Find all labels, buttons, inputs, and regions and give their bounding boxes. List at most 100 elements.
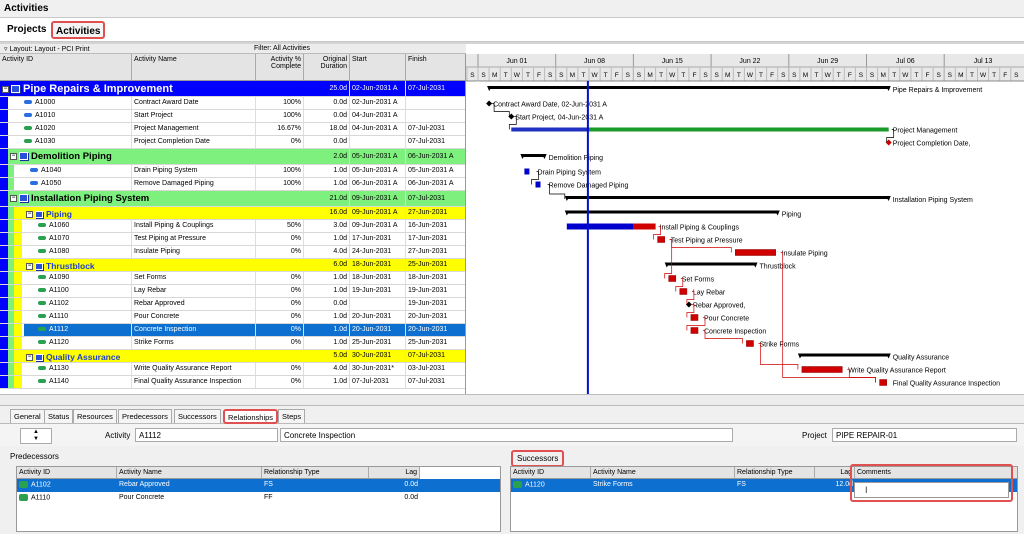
bar-label: Contract Award Date, 02-Jun-2031 A xyxy=(493,102,607,109)
tab-general[interactable]: General xyxy=(10,409,45,423)
collapse-toggle[interactable]: − xyxy=(10,194,17,202)
table-row[interactable]: A1030 Project Completion Date 0% 0.0d 07-Jul… xyxy=(0,136,465,149)
collapse-toggle[interactable]: − xyxy=(10,152,17,160)
cell-lag: 12.0d xyxy=(835,481,853,488)
column-header-activity-name[interactable]: Activity Name xyxy=(132,54,256,81)
cell-id: A1102 xyxy=(24,298,132,310)
wbs-label: Installation Piping System xyxy=(31,193,150,204)
pred-header-id[interactable]: Activity ID xyxy=(17,467,117,479)
activity-name-field[interactable]: Concrete Inspection xyxy=(280,428,733,442)
day-letter: F xyxy=(537,72,541,79)
collapse-toggle[interactable]: − xyxy=(26,211,33,219)
tab-projects[interactable]: Projects xyxy=(4,21,49,39)
layout-dropdown[interactable]: ▿ Layout: Layout - PCI Print xyxy=(4,45,90,53)
table-row[interactable]: A1080 Insulate Piping 0% 4.0d 24-Jun-2031 27-… xyxy=(0,246,465,259)
day-letter: S xyxy=(859,72,864,79)
tab-steps[interactable]: Steps xyxy=(278,409,306,423)
cell-type: FS xyxy=(737,481,746,488)
collapse-toggle[interactable]: − xyxy=(26,354,33,362)
column-header-percent-complete[interactable]: Activity % Complete xyxy=(256,54,304,81)
down-arrow-icon[interactable]: ▼ xyxy=(33,436,39,442)
table-row[interactable]: − Demolition Piping 2.0d 05-Jun-2031 A 06-Ju… xyxy=(0,149,465,165)
column-header-start[interactable]: Start xyxy=(350,54,406,81)
column-header-activity-id[interactable]: Activity ID xyxy=(0,54,132,81)
day-letter: S xyxy=(626,72,631,79)
tab-relationships[interactable]: Relationships xyxy=(223,409,279,424)
table-row[interactable]: A1010 Start Project 100% 0.0d 04-Jun-2031 A xyxy=(0,110,465,123)
activity-id-field[interactable]: A1112 xyxy=(135,428,278,442)
cell-start: 07-Jul-2031 xyxy=(350,376,406,388)
column-header-finish[interactable]: Finish xyxy=(406,54,465,81)
collapse-toggle[interactable]: − xyxy=(2,85,9,93)
gantt-chart[interactable]: Jun 01 Jun 08 Jun 15 Jun 22 Jun 29 Jul 06 Jul … xyxy=(466,54,1024,394)
tab-predecessors[interactable]: Predecessors xyxy=(118,409,172,423)
cell-start: 24-Jun-2031 xyxy=(350,246,406,258)
column-header-original-duration[interactable]: Original Duration xyxy=(304,54,350,81)
activity-icon xyxy=(30,168,38,173)
tab-activities[interactable]: Activities xyxy=(51,21,106,39)
table-row[interactable]: A1090 Set Forms 0% 1.0d 18-Jun-2031 18-Jun-20… xyxy=(0,272,465,285)
table-row[interactable]: A1100 Lay Rebar 0% 1.0d 19-Jun-2031 19-Jun-20… xyxy=(0,285,465,298)
tab-status[interactable]: Status xyxy=(44,409,74,423)
cell-start xyxy=(350,298,406,310)
table-row[interactable]: A1050 Remove Damaged Piping 100% 1.0d 06-Jun… xyxy=(0,178,465,191)
pred-header-name[interactable]: Activity Name xyxy=(117,467,262,479)
prev-next-stepper[interactable]: ▲ ▼ xyxy=(20,428,52,444)
pred-header-type[interactable]: Relationship Type xyxy=(262,467,369,479)
tab-resources[interactable]: Resources xyxy=(73,409,117,423)
cell-name: Concrete Inspection xyxy=(132,324,256,336)
cell-dur: 1.0d xyxy=(304,337,350,349)
table-row[interactable]: − Piping 16.0d 09-Jun-2031 A 27-Jun-2031 xyxy=(0,207,465,220)
table-row[interactable]: A1060 Install Piping & Couplings 50% 3.0d 09… xyxy=(0,220,465,233)
table-row[interactable]: A1120 Strike Forms 0% 1.0d 25-Jun-2031 25-Jun… xyxy=(0,337,465,350)
table-row[interactable]: − Quality Assurance 5.0d 30-Jun-2031 07-Jul-… xyxy=(0,350,465,363)
tab-successors[interactable]: Successors xyxy=(174,409,221,423)
project-field[interactable]: PIPE REPAIR-01 xyxy=(832,428,1017,442)
wbs-stripe xyxy=(0,324,8,336)
table-row[interactable]: A1102 Rebar Approved 0% 0.0d 19-Jun-2031 xyxy=(0,298,465,311)
table-row[interactable]: A1130 Write Quality Assurance Report 0% 4.0… xyxy=(0,363,465,376)
table-row[interactable]: A1070 Test Piping at Pressure 0% 1.0d 17-Jun… xyxy=(0,233,465,246)
predecessors-panel: Predecessors Activity ID Activity Name R… xyxy=(0,446,505,534)
day-letter: S xyxy=(936,72,941,79)
cell-finish: 25-Jun-2031 xyxy=(406,259,465,271)
relationship-row[interactable]: A1110 Pour Concrete FF 0.0d xyxy=(17,492,500,505)
succ-header-id[interactable]: Activity ID xyxy=(511,467,591,479)
cell-pct: 0% xyxy=(256,337,304,349)
succ-header-name[interactable]: Activity Name xyxy=(591,467,735,479)
collapse-toggle[interactable]: − xyxy=(26,263,33,271)
table-row[interactable]: − Installation Piping System 21.0d 09-Jun-2… xyxy=(0,191,465,207)
activity-icon xyxy=(513,481,522,488)
table-row[interactable]: A1020 Project Management 16.67% 18.0d 04-Jun… xyxy=(0,123,465,136)
bar-label: Quality Assurance xyxy=(893,355,950,362)
succ-header-lag[interactable]: Lag xyxy=(815,467,855,479)
table-row[interactable]: A1112 Concrete Inspection 0% 1.0d 20-Jun-203… xyxy=(0,324,465,337)
table-row[interactable]: − Pipe Repairs & Improvement 25.0d 02-Jun-2… xyxy=(0,81,465,97)
relationship-row[interactable]: A1102 Rebar Approved FS 0.0d xyxy=(17,479,500,492)
cell-start: 18-Jun-2031 xyxy=(350,272,406,284)
bar-label: Write Quality Assurance Report xyxy=(848,368,946,375)
activity-icon xyxy=(38,275,46,280)
wbs-folder-icon xyxy=(35,263,43,271)
cell-id: A1130 xyxy=(24,363,132,375)
day-letter: T xyxy=(526,72,530,79)
table-row[interactable]: A1110 Pour Concrete 0% 1.0d 20-Jun-2031 20-Ju… xyxy=(0,311,465,324)
day-letter: S xyxy=(948,72,953,79)
table-row[interactable]: A1000 Contract Award Date 100% 0.0d 02-Jun-2… xyxy=(0,97,465,110)
comments-input[interactable] xyxy=(854,482,1009,498)
table-row[interactable]: A1040 Drain Piping System 100% 1.0d 05-Jun-2… xyxy=(0,165,465,178)
cell-start: 20-Jun-2031 xyxy=(350,324,406,336)
cell-pct: 16.67% xyxy=(256,123,304,135)
up-arrow-icon[interactable]: ▲ xyxy=(33,429,39,435)
cell-start xyxy=(350,136,406,148)
wbs-stripe xyxy=(0,246,8,258)
table-row[interactable]: − Thrustblock 6.0d 18-Jun-2031 25-Jun-2031 xyxy=(0,259,465,272)
day-letter: S xyxy=(870,72,875,79)
horizontal-splitter[interactable] xyxy=(0,394,1024,406)
table-row[interactable]: A1140 Final Quality Assurance Inspection 0… xyxy=(0,376,465,389)
pred-header-lag[interactable]: Lag xyxy=(369,467,420,479)
summary-bar xyxy=(489,86,889,89)
critical-bar xyxy=(746,340,754,347)
critical-bar xyxy=(879,379,887,386)
succ-header-type[interactable]: Relationship Type xyxy=(735,467,815,479)
